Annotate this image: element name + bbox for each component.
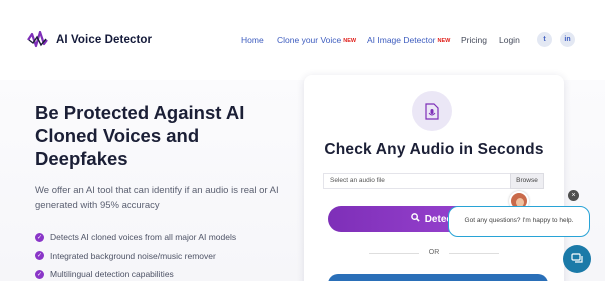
- twitter-icon[interactable]: t: [537, 32, 552, 47]
- chat-message-bubble[interactable]: Got any questions? I'm happy to help.: [448, 206, 590, 237]
- feature-label: Multilingual detection capabilities: [50, 269, 174, 280]
- browse-button[interactable]: Browse: [510, 173, 544, 189]
- hero-title: Be Protected Against AI Cloned Voices an…: [35, 102, 245, 169]
- nav-clone-label: Clone your Voice: [277, 35, 342, 45]
- feature-label: Integrated background noise/music remove…: [50, 250, 216, 261]
- feature-list: ✓ Detects AI cloned voices from all major…: [35, 228, 236, 281]
- card-title: Check Any Audio in Seconds: [324, 141, 544, 158]
- linkedin-icon[interactable]: in: [560, 32, 575, 47]
- nav-login[interactable]: Login: [499, 35, 520, 45]
- chat-icon: [570, 253, 583, 263]
- secondary-button[interactable]: [328, 274, 548, 281]
- page: AI Voice Detector Home Clone your Voice N…: [0, 0, 605, 281]
- feature-label: Detects AI cloned voices from all major …: [50, 232, 237, 243]
- nav-image-detector[interactable]: AI Image Detector NEW: [367, 35, 450, 45]
- audio-file-icon: [412, 91, 452, 131]
- list-item: ✓ Multilingual detection capabilities: [35, 265, 236, 281]
- nav-image-label: AI Image Detector: [367, 35, 436, 45]
- chat-launcher-button[interactable]: [563, 245, 591, 273]
- close-icon[interactable]: ×: [568, 190, 579, 201]
- list-item: ✓ Integrated background noise/music remov…: [35, 247, 236, 266]
- header: AI Voice Detector Home Clone your Voice N…: [0, 0, 605, 80]
- check-icon: ✓: [35, 232, 44, 242]
- new-badge: NEW: [437, 38, 451, 44]
- check-icon: ✓: [35, 269, 44, 279]
- search-icon: [410, 213, 420, 225]
- nav-clone-voice[interactable]: Clone your Voice NEW: [277, 35, 356, 45]
- or-divider: OR: [304, 249, 564, 256]
- nav-home[interactable]: Home: [241, 35, 264, 45]
- audio-file-input[interactable]: Select an audio file: [323, 173, 510, 189]
- check-icon: ✓: [35, 251, 44, 261]
- new-badge: NEW: [343, 38, 357, 44]
- list-item: ✓ Detects AI cloned voices from all major…: [35, 228, 236, 247]
- main-nav: Home Clone your Voice NEW AI Image Detect…: [0, 35, 605, 49]
- hero-description: We offer an AI tool that can identify if…: [35, 185, 279, 211]
- nav-pricing[interactable]: Pricing: [461, 35, 487, 45]
